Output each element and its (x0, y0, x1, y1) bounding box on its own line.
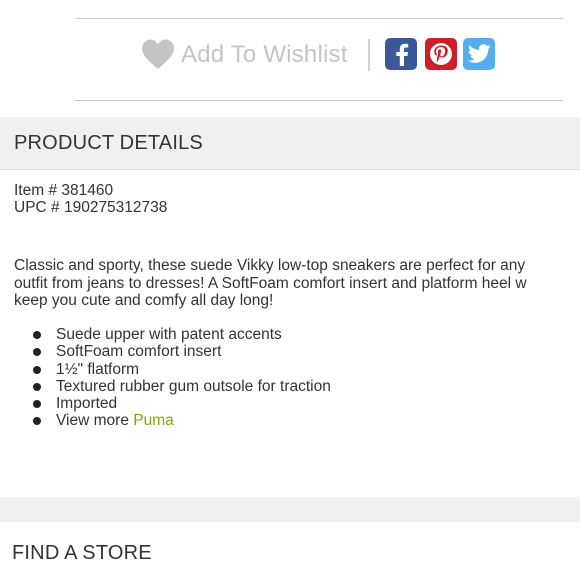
product-description: Classic and sporty, these suede Vikky lo… (14, 257, 580, 310)
share-divider (368, 39, 370, 71)
description-line: outfit from jeans to dresses! A SoftFoam… (14, 274, 527, 292)
pinterest-icon (429, 42, 453, 66)
top-divider (75, 18, 563, 19)
bullet-icon (33, 365, 41, 374)
add-to-wishlist-label: Add To Wishlist (181, 41, 348, 68)
feature-item: Imported (0, 395, 331, 412)
twitter-icon (467, 43, 491, 65)
feature-text: SoftFoam comfort insert (56, 343, 222, 361)
feature-item: SoftFoam comfort insert (0, 343, 331, 360)
facebook-share-button[interactable] (385, 38, 417, 70)
feature-text: Textured rubber gum outsole for traction (56, 377, 331, 395)
bullet-icon (33, 417, 41, 426)
bullet-icon (33, 382, 41, 391)
item-number: Item # 381460 (14, 182, 114, 199)
description-line: Classic and sporty, these suede Vikky lo… (14, 257, 526, 274)
bullet-icon (33, 400, 41, 409)
product-details-title: PRODUCT DETAILS (14, 131, 203, 154)
upc-number: UPC # 190275312738 (14, 199, 168, 216)
feature-text: Imported (56, 395, 118, 413)
brand-link-puma[interactable]: Puma (133, 412, 174, 429)
pinterest-share-button[interactable] (425, 38, 457, 70)
product-details-header[interactable]: PRODUCT DETAILS (0, 117, 580, 170)
bottom-divider (75, 100, 563, 101)
feature-list: Suede upper with patent accents SoftFoam… (0, 326, 331, 430)
description-line: keep you cute and comfy all day long! (14, 292, 274, 309)
find-a-store-header[interactable]: FIND A STORE (12, 542, 152, 565)
feature-item: 1½" flatform (0, 361, 331, 378)
product-page: Add To Wishlist PRODUCT DETAILS Item # 3… (0, 0, 580, 580)
feature-text: 1½" flatform (56, 360, 140, 378)
feature-text: Suede upper with patent accents (56, 326, 282, 343)
share-row: Add To Wishlist (0, 36, 580, 74)
feature-item: Suede upper with patent accents (0, 326, 331, 343)
section-separator (0, 497, 580, 522)
facebook-icon (391, 42, 411, 66)
bullet-icon (33, 331, 41, 339)
bullet-icon (33, 348, 41, 357)
feature-item-view-more: View more Puma (0, 412, 331, 429)
twitter-share-button[interactable] (463, 38, 495, 70)
product-identifiers: Item # 381460 UPC # 190275312738 (14, 182, 167, 216)
feature-item: Textured rubber gum outsole for traction (0, 378, 331, 395)
heart-icon (141, 38, 175, 72)
view-more-prefix: View more (56, 412, 134, 430)
add-to-wishlist-button[interactable]: Add To Wishlist (141, 36, 348, 74)
